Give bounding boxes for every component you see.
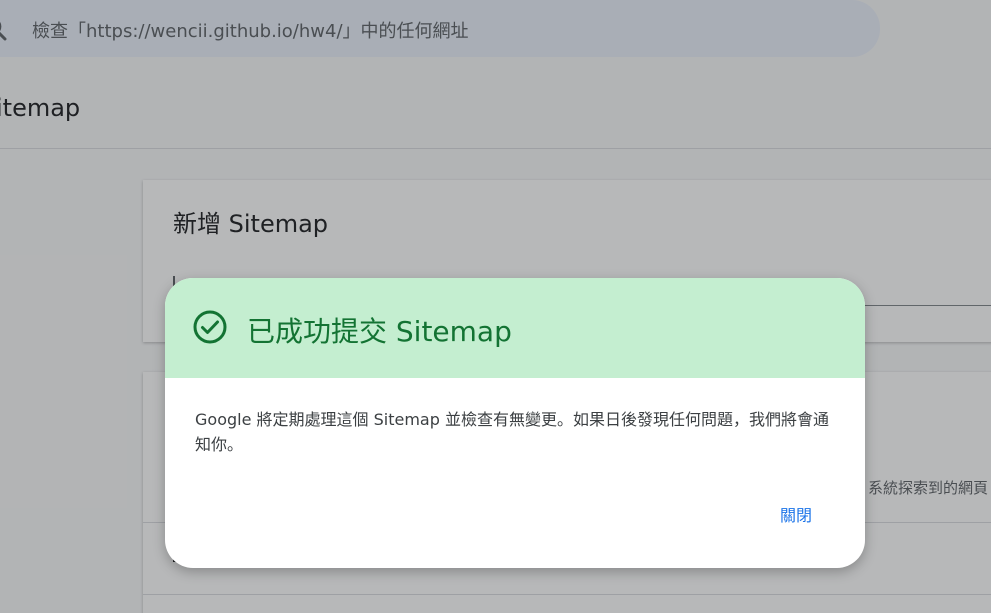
page: 檢查「https://wencii.github.io/hw4/」中的任何網址 …: [0, 0, 991, 613]
sitemap-submitted-dialog: 已成功提交 Sitemap Google 將定期處理這個 Sitemap 並檢查…: [165, 278, 865, 568]
check-circle-icon: [193, 310, 227, 344]
dialog-header: 已成功提交 Sitemap: [165, 278, 865, 378]
dialog-message: Google 將定期處理這個 Sitemap 並檢查有無變更。如果日後發現任何問…: [195, 410, 829, 454]
close-button[interactable]: 關閉: [765, 498, 827, 534]
dialog-title: 已成功提交 Sitemap: [247, 315, 512, 348]
